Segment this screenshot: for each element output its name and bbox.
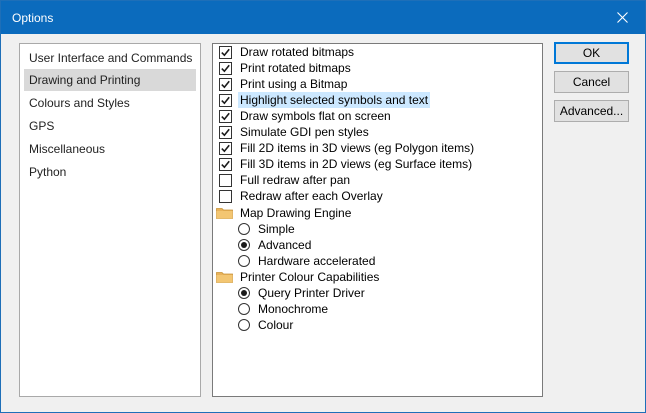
radio-button[interactable] [238,287,250,299]
advanced-button[interactable]: Advanced... [554,100,629,122]
group-label: Map Drawing Engine [240,206,352,220]
checkbox-row-simulate-gdi[interactable]: Simulate GDI pen styles [219,124,371,140]
nav-item-label: User Interface and Commands [29,51,193,65]
category-list[interactable]: User Interface and Commands Drawing and … [19,43,201,397]
radio-label: Hardware accelerated [258,254,376,268]
radio-dot [241,242,247,248]
nav-item-label: Miscellaneous [29,142,106,156]
checkbox-label: Print rotated bitmaps [240,61,351,75]
checkbox-row-draw-rotated-bitmaps[interactable]: Draw rotated bitmaps [219,44,356,60]
checkbox-row-redraw-overlay[interactable]: Redraw after each Overlay [219,188,385,204]
radio-dot [241,290,247,296]
nav-item-user-interface[interactable]: User Interface and Commands [24,47,196,69]
checkbox-label: Draw symbols flat on screen [240,109,391,123]
radio-label: Query Printer Driver [258,286,365,300]
nav-item-drawing-printing[interactable]: Drawing and Printing [24,69,196,91]
radio-button[interactable] [238,303,250,315]
check-icon [221,112,230,120]
check-icon [221,160,230,168]
cancel-button[interactable]: Cancel [554,71,629,93]
radio-button[interactable] [238,319,250,331]
radio-row-monochrome[interactable]: Monochrome [238,301,330,317]
nav-item-label: GPS [29,119,55,133]
check-icon [221,96,230,104]
check-icon [221,80,230,88]
checkbox[interactable] [219,45,232,59]
checkbox-row-full-redraw[interactable]: Full redraw after pan [219,172,352,188]
check-icon [221,64,230,72]
checkbox-row-fill-2d-in-3d[interactable]: Fill 2D items in 3D views (eg Polygon it… [219,140,476,156]
checkbox[interactable] [219,125,232,139]
radio-row-colour[interactable]: Colour [238,317,295,333]
radio-label: Advanced [258,238,312,252]
folder-icon [216,208,233,219]
checkbox-row-fill-3d-in-2d[interactable]: Fill 3D items in 2D views (eg Surface it… [219,156,474,172]
radio-button[interactable] [238,223,250,235]
ok-button[interactable]: OK [554,42,629,64]
checkbox-label: Highlight selected symbols and text [238,92,431,108]
radio-row-query-printer-driver[interactable]: Query Printer Driver [238,285,367,301]
nav-item-label: Python [29,165,67,179]
nav-item-label: Drawing and Printing [29,73,141,87]
checkbox-row-draw-symbols-flat[interactable]: Draw symbols flat on screen [219,108,393,124]
checkbox[interactable] [219,189,232,203]
close-icon [616,12,628,23]
nav-item-python[interactable]: Python [24,161,196,183]
folder-icon [216,272,233,283]
radio-button[interactable] [238,255,250,267]
checkbox[interactable] [219,109,232,123]
nav-item-miscellaneous[interactable]: Miscellaneous [24,138,196,160]
checkbox-label: Fill 3D items in 2D views (eg Surface it… [240,157,473,171]
radio-button[interactable] [238,239,250,251]
radio-label: Simple [258,222,295,236]
nav-item-colours-styles[interactable]: Colours and Styles [24,92,196,114]
radio-label: Monochrome [258,302,329,316]
checkbox[interactable] [219,157,232,171]
group-printer-colour-capabilities: Printer Colour Capabilities [216,269,381,285]
nav-item-gps[interactable]: GPS [24,115,196,137]
nav-item-label: Colours and Styles [29,96,130,110]
check-icon [221,128,230,136]
window-title: Options [12,11,54,25]
group-map-drawing-engine: Map Drawing Engine [216,205,353,221]
checkbox-row-highlight-selected[interactable]: Highlight selected symbols and text [219,92,431,108]
checkbox-row-print-using-bitmap[interactable]: Print using a Bitmap [219,76,349,92]
checkbox-label: Full redraw after pan [240,173,351,187]
radio-row-hardware-accelerated[interactable]: Hardware accelerated [238,253,377,269]
title-bar[interactable]: Options [1,1,645,34]
radio-row-simple[interactable]: Simple [238,221,297,237]
checkbox[interactable] [219,173,232,187]
checkbox-label: Fill 2D items in 3D views (eg Polygon it… [240,141,475,155]
checkbox-label: Draw rotated bitmaps [240,45,355,59]
radio-row-advanced[interactable]: Advanced [238,237,313,253]
checkbox[interactable] [219,141,232,155]
options-dialog: Options User Interface and Commands Draw… [0,0,646,413]
check-icon [221,48,230,56]
checkbox-row-print-rotated-bitmaps[interactable]: Print rotated bitmaps [219,60,353,76]
checkbox-label: Simulate GDI pen styles [240,125,369,139]
options-tree[interactable]: Draw rotated bitmaps Print rotated bitma… [212,43,543,397]
checkbox[interactable] [219,77,232,91]
checkbox-label: Redraw after each Overlay [240,189,383,203]
check-icon [221,144,230,152]
close-button[interactable] [599,1,645,34]
checkbox[interactable] [219,93,232,107]
checkbox[interactable] [219,61,232,75]
group-label: Printer Colour Capabilities [240,270,380,284]
checkbox-label: Print using a Bitmap [240,77,348,91]
radio-label: Colour [258,318,294,332]
